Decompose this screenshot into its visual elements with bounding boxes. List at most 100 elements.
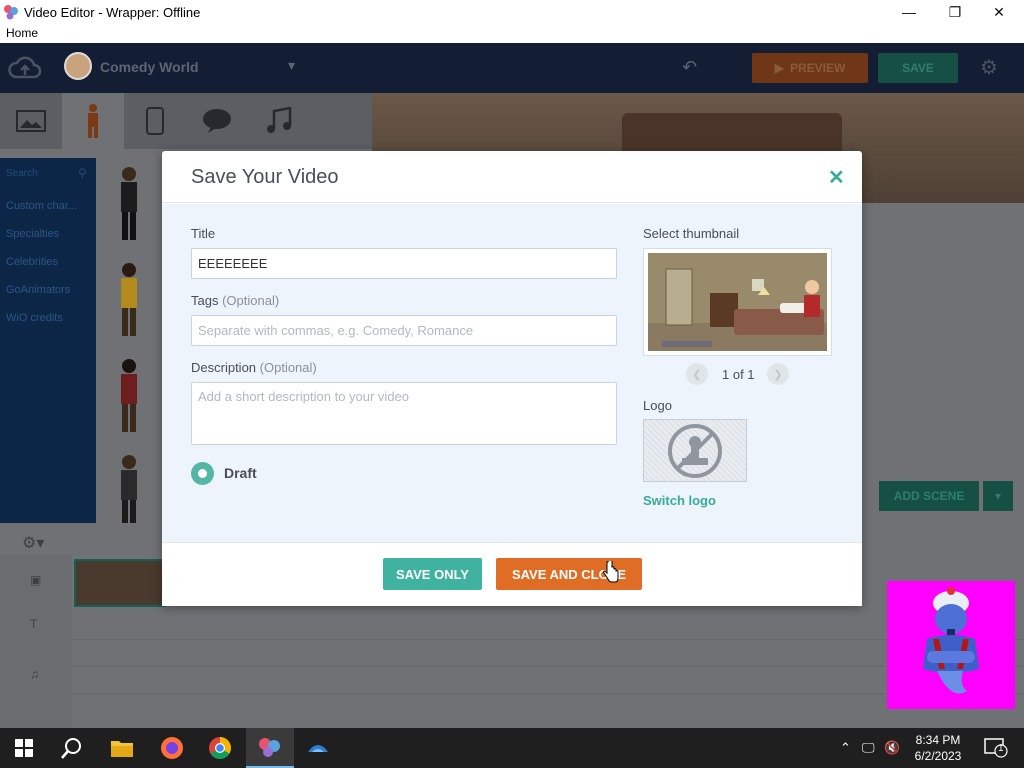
genie-assistant-overlay[interactable] <box>887 581 1015 709</box>
thumbnail-label: Select thumbnail <box>643 226 740 241</box>
chrome-button[interactable] <box>196 728 244 768</box>
text-track-icon: T <box>30 617 38 631</box>
person-icon <box>88 104 98 138</box>
clock[interactable]: 8:34 PM 6/2/2023 <box>908 732 968 764</box>
character-figure[interactable] <box>116 166 142 242</box>
character-list <box>96 158 164 528</box>
wrapper-app-icon <box>4 5 18 20</box>
character-figure[interactable] <box>116 358 142 434</box>
chrome-icon <box>209 737 231 759</box>
project-avatar <box>64 52 92 80</box>
dialog-footer: SAVE ONLY SAVE AND CLOSE <box>162 542 862 606</box>
timeline-track-icons: ▣ T ♫ <box>0 555 72 728</box>
play-circle-icon: ▶ <box>774 61 784 75</box>
maximize-button[interactable]: ❐ <box>932 0 978 24</box>
save-top-button[interactable]: SAVE <box>878 53 958 83</box>
character-figure[interactable] <box>116 454 142 530</box>
image-icon <box>16 110 46 132</box>
window-titlebar: Video Editor - Wrapper: Offline <box>0 0 1024 24</box>
preview-button[interactable]: ▶ PREVIEW <box>752 53 868 83</box>
category-item[interactable]: GoAnimators <box>6 284 70 296</box>
close-icon[interactable]: ✕ <box>828 165 845 190</box>
draft-label[interactable]: Draft <box>224 465 257 481</box>
preview-label: PREVIEW <box>789 61 846 75</box>
timeline-scene-thumbnail[interactable] <box>74 559 166 607</box>
logo-placeholder[interactable] <box>643 419 747 482</box>
notifications-button[interactable]: 1 <box>984 738 1008 761</box>
tags-label: Tags (Optional) <box>191 293 280 308</box>
undo-icon[interactable]: ↶ <box>682 57 697 78</box>
speech-bubble-icon <box>203 109 231 133</box>
search-icon[interactable]: ⚲ <box>78 166 87 180</box>
character-category-panel: Search ⚲ Custom char... Specialties Cele… <box>0 158 96 523</box>
category-item[interactable]: Celebrities <box>6 256 58 268</box>
tab-backgrounds[interactable] <box>0 93 62 149</box>
clock-date: 6/2/2023 <box>914 749 962 763</box>
chevron-down-icon[interactable]: ▾ <box>983 481 1013 511</box>
hand-cursor-icon <box>603 561 619 583</box>
no-logo-stamp-icon <box>668 423 722 478</box>
wrapper-app-icon <box>259 738 280 757</box>
tab-props[interactable] <box>124 93 186 149</box>
tab-characters[interactable] <box>62 93 124 149</box>
timeline-gear-icon[interactable]: ⚙▾ <box>22 533 44 553</box>
thumbnail-next-button[interactable]: ❯ <box>767 363 789 385</box>
bedroom-scene-thumbnail <box>648 253 827 351</box>
tags-input[interactable] <box>191 315 617 346</box>
draft-radio[interactable] <box>191 462 214 485</box>
save-only-button[interactable]: SAVE ONLY <box>383 558 482 590</box>
description-label: Description (Optional) <box>191 360 317 375</box>
phone-icon <box>146 107 164 135</box>
music-track-icon: ♫ <box>30 667 39 681</box>
search-button[interactable] <box>48 728 96 768</box>
dialog-header: Save Your Video ✕ <box>162 151 862 203</box>
volume-muted-icon[interactable]: 🔇 <box>884 740 900 756</box>
thumbnail-preview[interactable] <box>643 248 832 356</box>
project-name[interactable]: Comedy World <box>100 59 199 75</box>
save-video-dialog: Save Your Video ✕ Title Tags (Optional) … <box>162 151 862 606</box>
thumbnail-prev-button[interactable]: ❮ <box>686 363 708 385</box>
asset-tabs <box>0 93 372 149</box>
network-icon[interactable]: 🖵 <box>862 740 875 756</box>
firefox-button[interactable] <box>148 728 196 768</box>
menu-home[interactable]: Home <box>6 26 38 40</box>
notification-icon <box>984 738 1008 758</box>
character-figure[interactable] <box>116 262 142 338</box>
add-scene-button[interactable]: ADD SCENE <box>879 481 979 511</box>
folder-icon <box>111 741 133 757</box>
app-icon <box>308 745 328 752</box>
genie-character <box>923 587 979 694</box>
thumbnail-counter: 1 of 1 <box>722 367 755 382</box>
music-note-icon <box>267 107 292 133</box>
start-button[interactable] <box>0 728 48 768</box>
category-item[interactable]: WiO credits <box>6 312 63 324</box>
editor-topbar: Comedy World ▾ ↶ ▶ PREVIEW SAVE ⚙ <box>0 43 1024 93</box>
gear-icon[interactable]: ⚙ <box>980 55 998 80</box>
description-textarea[interactable] <box>191 382 617 445</box>
character-search[interactable]: Search <box>6 168 38 179</box>
minimize-button[interactable]: — <box>886 0 932 24</box>
tab-text[interactable] <box>186 93 248 149</box>
save-and-close-button[interactable]: SAVE AND CLOSE <box>496 558 642 590</box>
dialog-title: Save Your Video <box>191 166 339 188</box>
category-item[interactable]: Specialties <box>6 228 59 240</box>
cloud-upload-icon[interactable] <box>8 55 42 81</box>
notification-count: 1 <box>998 743 1004 754</box>
tab-sound[interactable] <box>248 93 310 149</box>
chevron-down-icon[interactable]: ▾ <box>288 57 295 74</box>
category-item[interactable]: Custom char... <box>6 200 77 212</box>
taskbar: ⌃ 🖵 🔇 8:34 PM 6/2/2023 1 <box>0 728 1024 768</box>
firefox-icon <box>161 737 183 759</box>
logo-label: Logo <box>643 398 672 413</box>
video-track-icon: ▣ <box>30 573 42 587</box>
dialog-body: Title Tags (Optional) Description (Optio… <box>162 204 862 542</box>
title-input[interactable] <box>191 248 617 279</box>
title-label: Title <box>191 226 216 241</box>
taskbar-app-button[interactable] <box>294 728 342 768</box>
clock-time: 8:34 PM <box>915 733 961 747</box>
chevron-up-icon[interactable]: ⌃ <box>840 740 851 756</box>
switch-logo-link[interactable]: Switch logo <box>643 493 716 508</box>
close-window-button[interactable]: ✕ <box>976 0 1022 24</box>
file-explorer-button[interactable] <box>98 728 146 768</box>
wrapper-app-taskbar-button[interactable] <box>246 728 294 768</box>
